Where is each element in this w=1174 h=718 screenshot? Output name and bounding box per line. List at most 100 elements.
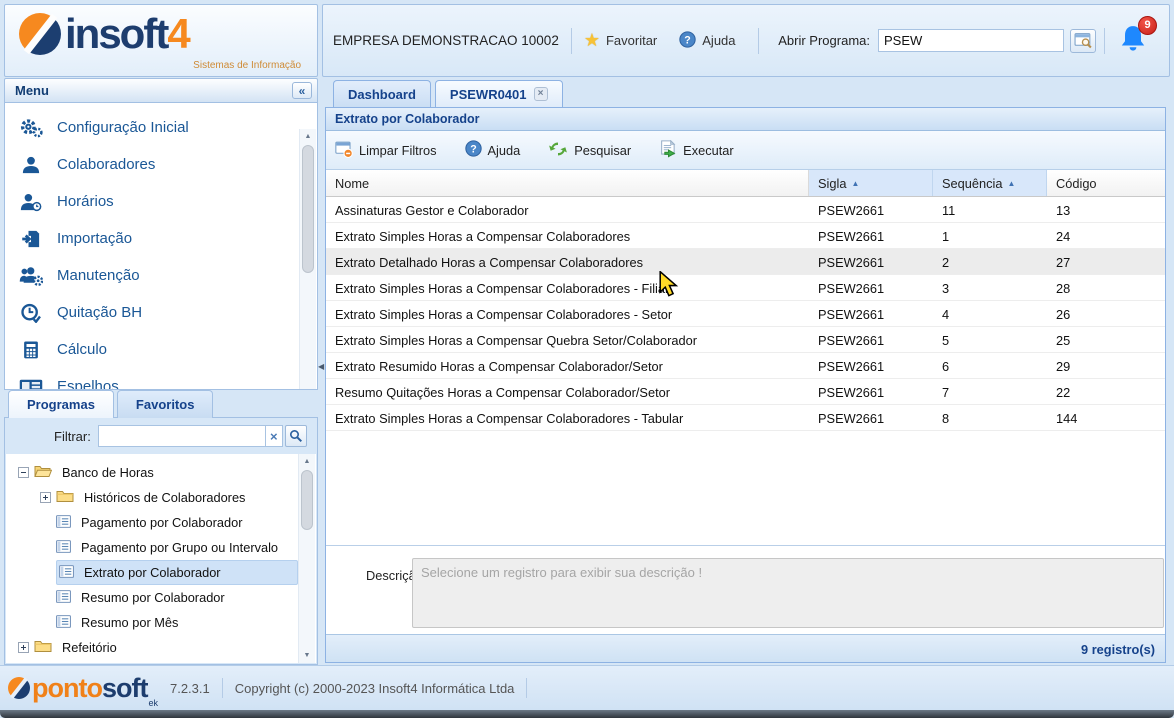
tree-node-refeitorio[interactable]: Refeitório [6,635,316,660]
program-icon [59,564,74,582]
menu-scrollbar[interactable]: ▲ ▼ [299,129,316,390]
open-program-input[interactable] [878,29,1064,52]
help-button[interactable]: ? Ajuda [679,31,735,51]
table-row[interactable]: Extrato Simples Horas a Compensar Colabo… [326,275,1165,301]
cell-sigla: PSEW2661 [809,353,933,378]
sort-asc-icon: ▲ [851,179,859,188]
toolbar-help-button[interactable]: ? Ajuda [465,140,521,160]
refresh-icon [548,140,568,161]
cell-sequencia: 8 [933,405,1047,430]
folder-icon [56,489,74,506]
filter-search-button[interactable] [285,425,307,447]
copyright: Copyright (c) 2000-2023 Insoft4 Informát… [235,681,515,696]
execute-button[interactable]: Executar [659,140,734,161]
column-header-codigo[interactable]: Código [1047,170,1165,196]
splitter-collapse-icon[interactable]: ◀ [318,362,324,371]
tree-node-pagamento-colaborador[interactable]: Pagamento por Colaborador [6,510,316,535]
tree-node-historicos[interactable]: Históricos de Colaboradores [6,485,316,510]
table-row[interactable]: Extrato Simples Horas a Compensar Colabo… [326,223,1165,249]
import-icon [18,229,44,249]
favorite-button[interactable]: ★ Favoritar [584,30,657,51]
menu-item-configuracao[interactable]: Configuração Inicial [5,109,317,146]
cell-sequencia: 11 [933,197,1047,222]
calculator-icon [18,340,44,360]
filter-clear-icon[interactable]: × [266,425,283,447]
panel-title: Extrato por Colaborador [326,108,1165,131]
collapse-node-icon[interactable] [18,467,29,478]
menu-item-manutencao[interactable]: Manutenção [5,257,317,294]
person-clock-icon [18,192,44,212]
app-version: 7.2.3.1 [170,681,210,696]
help-icon: ? [465,140,482,160]
column-header-nome[interactable]: Nome [326,170,809,196]
tree-scrollbar[interactable]: ▲ ▼ [298,454,315,663]
table-row[interactable]: Extrato Simples Horas a Compensar Quebra… [326,327,1165,353]
gears-icon [18,118,44,138]
top-header: EMPRESA DEMONSTRACAO 10002 ★ Favoritar ?… [322,4,1170,77]
tree-node-resumo-mes[interactable]: Resumo por Mês [6,610,316,635]
cell-codigo: 13 [1047,197,1165,222]
program-icon [56,614,71,632]
description-section: Descrição: [326,545,1165,634]
table-row[interactable]: Extrato Resumido Horas a Compensar Colab… [326,353,1165,379]
filter-input[interactable] [98,425,266,447]
tree-node-banco-de-horas[interactable]: Banco de Horas [6,460,316,485]
cell-nome: Extrato Simples Horas a Compensar Colabo… [326,275,809,300]
table-row[interactable]: Assinaturas Gestor e Colaborador PSEW266… [326,197,1165,223]
cell-codigo: 25 [1047,327,1165,352]
people-gear-icon [18,266,44,286]
cell-sequencia: 6 [933,353,1047,378]
menu-item-calculo[interactable]: Cálculo [5,331,317,368]
description-textarea[interactable] [412,558,1164,628]
expand-node-icon[interactable] [40,492,51,503]
scroll-down-icon[interactable]: ▼ [299,648,315,663]
tree-node-pagamento-grupo[interactable]: Pagamento por Grupo ou Intervalo [6,535,316,560]
cell-codigo: 22 [1047,379,1165,404]
column-header-sequencia[interactable]: Sequência ▲ [933,170,1047,196]
sort-asc-icon: ▲ [1007,179,1015,188]
collapse-sidebar-button[interactable]: « [292,82,312,99]
table-row[interactable]: Extrato Simples Horas a Compensar Colabo… [326,301,1165,327]
table-row[interactable]: Extrato Simples Horas a Compensar Colabo… [326,405,1165,431]
cell-sequencia: 1 [933,223,1047,248]
cell-codigo: 28 [1047,275,1165,300]
tab-psewr0401[interactable]: PSEWR0401 × [435,80,563,107]
expand-node-icon[interactable] [18,642,29,653]
table-row[interactable]: Extrato Detalhado Horas a Compensar Cola… [326,249,1165,275]
cell-nome: Resumo Quitações Horas a Compensar Colab… [326,379,809,404]
tab-favoritos[interactable]: Favoritos [117,390,214,418]
menu-item-horarios[interactable]: Horários [5,183,317,220]
table-row[interactable]: Resumo Quitações Horas a Compensar Colab… [326,379,1165,405]
menu-item-espelhos[interactable]: Espelhos [5,368,317,390]
menu-scroll-thumb[interactable] [302,145,314,273]
cell-sigla: PSEW2661 [809,379,933,404]
tree-node-resumo-colaborador[interactable]: Resumo por Colaborador [6,585,316,610]
search-button[interactable]: Pesquisar [548,140,631,161]
menu-list: Configuração Inicial Colaboradores Horár… [4,103,318,390]
menu-item-quitacao[interactable]: Quitação BH [5,294,317,331]
clear-filters-button[interactable]: Limpar Filtros [335,140,437,161]
cell-sequencia: 5 [933,327,1047,352]
folder-icon [34,639,52,656]
cell-sigla: PSEW2661 [809,327,933,352]
monitor-icon [18,379,44,390]
menu-item-colaboradores[interactable]: Colaboradores [5,146,317,183]
cell-sequencia: 4 [933,301,1047,326]
column-header-sigla[interactable]: Sigla ▲ [809,170,933,196]
tab-programas[interactable]: Programas [8,390,114,418]
cell-sequencia: 2 [933,249,1047,274]
close-tab-icon[interactable]: × [534,87,548,101]
scroll-up-icon[interactable]: ▲ [300,129,316,144]
tree-node-extrato-colaborador[interactable]: Extrato por Colaborador [6,560,316,585]
open-program-button[interactable] [1070,29,1096,53]
cell-nome: Extrato Simples Horas a Compensar Colabo… [326,223,809,248]
tree-scroll-thumb[interactable] [301,470,313,530]
tab-dashboard[interactable]: Dashboard [333,80,431,107]
record-count: 9 registro(s) [326,634,1165,662]
scroll-up-icon[interactable]: ▲ [299,454,315,469]
brand-logo: insoft4 Sistemas de Informação [4,4,318,77]
cell-sigla: PSEW2661 [809,249,933,274]
insoft4-logo-text: insoft4 [65,13,189,55]
menu-item-importacao[interactable]: Importação [5,220,317,257]
notifications-button[interactable]: 9 [1117,24,1151,58]
